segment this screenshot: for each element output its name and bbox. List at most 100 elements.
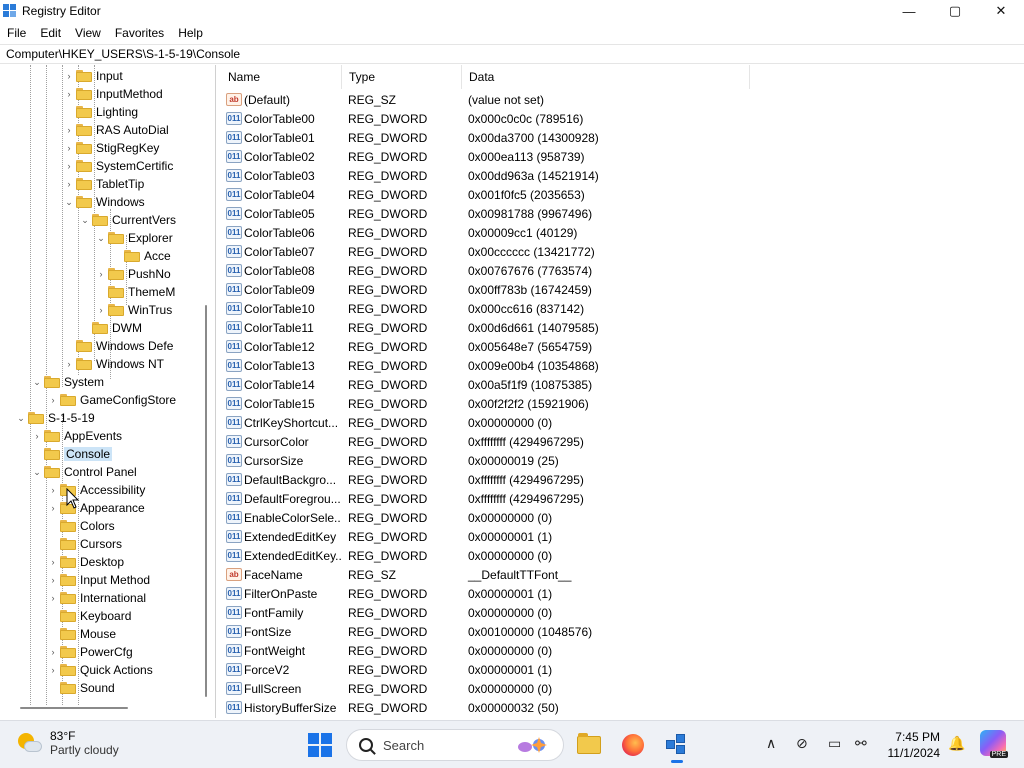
value-row[interactable]: 011 ColorTable11 REG_DWORD 0x00d6d661 (1407… <box>221 318 1011 337</box>
value-row[interactable]: 011 FullScreen REG_DWORD 0x00000000 (0) <box>221 679 1011 698</box>
value-row[interactable]: 011 ColorTable12 REG_DWORD 0x005648e7 (5654… <box>221 337 1011 356</box>
value-row[interactable]: 011 ColorTable10 REG_DWORD 0x000cc616 (8371… <box>221 299 1011 318</box>
tree-node[interactable]: › International <box>46 589 147 607</box>
tree-node[interactable]: ThemeM <box>94 283 175 301</box>
tree-node[interactable]: › Windows NT <box>62 355 165 373</box>
value-row[interactable]: 011 ColorTable14 REG_DWORD 0x00a5f1f9 (1087… <box>221 375 1011 394</box>
notification-bell-icon[interactable]: 🔔 <box>948 735 965 752</box>
chevron-right-icon[interactable]: › <box>46 575 60 585</box>
column-header-data[interactable]: Data <box>462 65 750 89</box>
column-header-name[interactable]: Name <box>221 65 342 89</box>
tree-node[interactable]: ⌄ Explorer <box>94 229 172 247</box>
tree-node[interactable]: ⌄ CurrentVers <box>78 211 176 229</box>
chevron-right-icon[interactable]: › <box>62 161 76 171</box>
tree-node[interactable]: › SystemCertific <box>62 157 174 175</box>
start-button[interactable] <box>308 733 332 757</box>
tree-node[interactable]: › Quick Actions <box>46 661 153 679</box>
tree-node[interactable]: › StigRegKey <box>62 139 160 157</box>
column-header-type[interactable]: Type <box>342 65 462 89</box>
chevron-right-icon[interactable]: › <box>62 143 76 153</box>
value-row[interactable]: 011 ExtendedEditKey... REG_DWORD 0x00000000… <box>221 546 1011 565</box>
tree-vertical-scrollbar[interactable] <box>205 305 207 697</box>
weather-widget[interactable]: 83°F Partly cloudy <box>16 729 119 757</box>
firefox-taskbar-button[interactable] <box>617 729 649 761</box>
tree-node[interactable]: › Accessibility <box>46 481 146 499</box>
chevron-right-icon[interactable]: › <box>46 647 60 657</box>
value-row[interactable]: 011 ColorTable03 REG_DWORD 0x00dd963a (1452… <box>221 166 1011 185</box>
value-row[interactable]: 011 ColorTable13 REG_DWORD 0x009e00b4 (1035… <box>221 356 1011 375</box>
value-row[interactable]: 011 DefaultBackgro... REG_DWORD 0xffffffff … <box>221 470 1011 489</box>
value-row[interactable]: ab FaceName REG_SZ __DefaultTTFont__ <box>221 565 1011 584</box>
chevron-right-icon[interactable]: › <box>62 89 76 99</box>
close-button[interactable]: ✕ <box>978 0 1024 22</box>
value-row[interactable]: 011 DefaultForegrou... REG_DWORD 0xffffffff… <box>221 489 1011 508</box>
tree-node[interactable]: ⌄ S-1-5-19 <box>14 409 94 427</box>
tree-node[interactable]: › AppEvents <box>30 427 123 445</box>
tree-node[interactable]: › Desktop <box>46 553 125 571</box>
registry-editor-taskbar-button[interactable] <box>661 729 693 763</box>
chevron-up-icon[interactable]: ∧ <box>766 735 776 752</box>
tree-node[interactable]: Acce <box>110 247 171 265</box>
chevron-right-icon[interactable]: › <box>46 485 60 495</box>
clock[interactable]: 7:45 PM 11/1/2024 <box>884 729 941 761</box>
value-row[interactable]: 011 FilterOnPaste REG_DWORD 0x00000001 (1) <box>221 584 1011 603</box>
tree-node[interactable]: › PushNo <box>94 265 171 283</box>
value-row[interactable]: ab (Default) REG_SZ (value not set) <box>221 90 1011 109</box>
minimize-button[interactable]: — <box>886 0 932 22</box>
tree-node[interactable]: ⌄ System <box>30 373 104 391</box>
chevron-right-icon[interactable]: › <box>62 179 76 189</box>
tree-node[interactable]: DWM <box>78 319 142 337</box>
tree-node[interactable]: › Appearance <box>46 499 145 517</box>
value-row[interactable]: 011 ColorTable01 REG_DWORD 0x00da3700 (1430… <box>221 128 1011 147</box>
value-row[interactable]: 011 ColorTable02 REG_DWORD 0x000ea113 (9587… <box>221 147 1011 166</box>
chevron-down-icon[interactable]: ⌄ <box>30 467 44 478</box>
value-row[interactable]: 011 ExtendedEditKey REG_DWORD 0x00000001 (1… <box>221 527 1011 546</box>
chevron-right-icon[interactable]: › <box>62 71 76 81</box>
values-pane[interactable]: Name Type Data ab (Default) REG_SZ (value n… <box>221 65 1024 718</box>
tree-node[interactable]: › InputMethod <box>62 85 163 103</box>
taskbar-search[interactable]: Search <box>346 729 564 761</box>
chevron-down-icon[interactable]: ⌄ <box>62 197 76 208</box>
chevron-right-icon[interactable]: › <box>46 395 60 405</box>
chevron-right-icon[interactable]: › <box>46 665 60 675</box>
tree-horizontal-scrollbar[interactable] <box>20 707 128 709</box>
chevron-down-icon[interactable]: ⌄ <box>30 377 44 388</box>
tree-node[interactable]: Cursors <box>46 535 122 553</box>
value-row[interactable]: 011 CursorColor REG_DWORD 0xffffffff (42949… <box>221 432 1011 451</box>
tree-node[interactable]: › TabletTip <box>62 175 145 193</box>
value-row[interactable]: 011 FontWeight REG_DWORD 0x00000000 (0) <box>221 641 1011 660</box>
display-icon[interactable]: ▭ <box>828 735 841 752</box>
chevron-down-icon[interactable]: ⌄ <box>78 215 92 226</box>
menu-edit[interactable]: Edit <box>33 22 68 44</box>
value-row[interactable]: 011 ColorTable15 REG_DWORD 0x00f2f2f2 (1592… <box>221 394 1011 413</box>
tree-node[interactable]: › Input <box>62 67 123 85</box>
value-row[interactable]: 011 CtrlKeyShortcut... REG_DWORD 0x00000000… <box>221 413 1011 432</box>
tree-node[interactable]: › PowerCfg <box>46 643 133 661</box>
chevron-right-icon[interactable]: › <box>46 557 60 567</box>
tree-node[interactable]: Lighting <box>62 103 138 121</box>
tree-node[interactable]: ⌄ Windows <box>62 193 144 211</box>
value-row[interactable]: 011 ColorTable05 REG_DWORD 0x00981788 (9967… <box>221 204 1011 223</box>
key-tree-pane[interactable]: › Input › InputMethod Lighting › RAS AutoDial ›… <box>0 65 216 718</box>
chevron-right-icon[interactable]: › <box>94 269 108 279</box>
tree-node[interactable]: Windows Defe <box>62 337 173 355</box>
value-row[interactable]: 011 ColorTable06 REG_DWORD 0x00009cc1 (4012… <box>221 223 1011 242</box>
value-row[interactable]: 011 ColorTable08 REG_DWORD 0x00767676 (7763… <box>221 261 1011 280</box>
chevron-down-icon[interactable]: ⌄ <box>94 233 108 244</box>
value-row[interactable]: 011 HistoryBufferSize REG_DWORD 0x00000032 … <box>221 698 1011 717</box>
value-row[interactable]: 011 ColorTable09 REG_DWORD 0x00ff783b (1674… <box>221 280 1011 299</box>
tree-node[interactable]: Sound <box>46 679 115 697</box>
tree-node[interactable]: Mouse <box>46 625 116 643</box>
tree-node[interactable]: › WinTrus <box>94 301 173 319</box>
menu-view[interactable]: View <box>68 22 108 44</box>
value-row[interactable]: 011 FontSize REG_DWORD 0x00100000 (1048576) <box>221 622 1011 641</box>
value-row[interactable]: 011 ForceV2 REG_DWORD 0x00000001 (1) <box>221 660 1011 679</box>
copilot-icon[interactable]: PRE <box>980 730 1008 758</box>
value-row[interactable]: 011 CursorSize REG_DWORD 0x00000019 (25) <box>221 451 1011 470</box>
tree-node[interactable]: › RAS AutoDial <box>62 121 169 139</box>
value-row[interactable]: 011 FontFamily REG_DWORD 0x00000000 (0) <box>221 603 1011 622</box>
accessibility-icon[interactable]: ⚯ <box>855 735 867 752</box>
chevron-right-icon[interactable]: › <box>94 305 108 315</box>
file-explorer-taskbar-button[interactable] <box>573 729 605 761</box>
tree-node[interactable]: ⌄ Control Panel <box>30 463 137 481</box>
